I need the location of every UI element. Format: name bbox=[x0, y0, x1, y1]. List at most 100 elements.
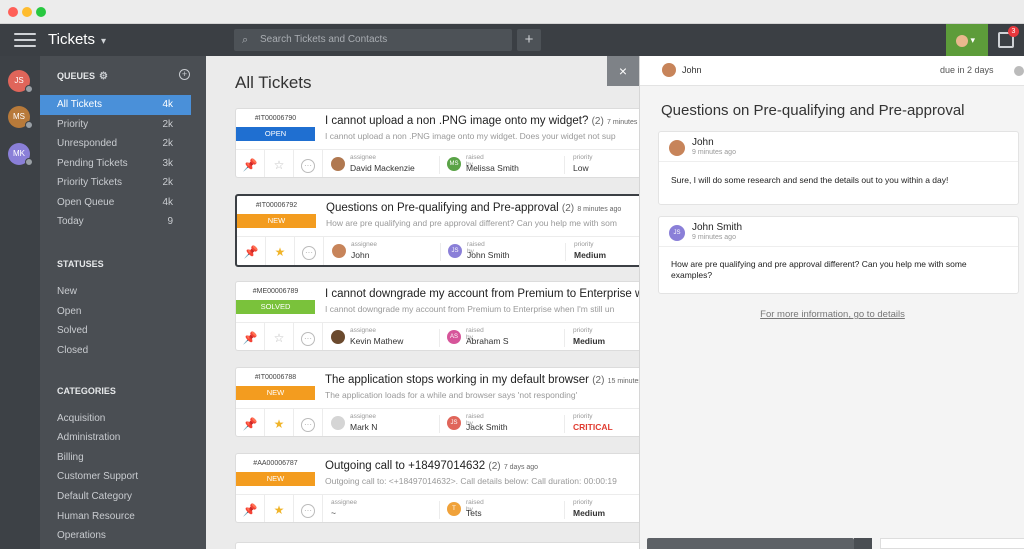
pin-icon[interactable]: 📌 bbox=[237, 237, 266, 265]
category-item[interactable]: Operations bbox=[57, 530, 106, 541]
agent-avatar[interactable]: MK bbox=[8, 143, 33, 166]
queue-count: 2k bbox=[162, 138, 173, 149]
queue-count: 2k bbox=[162, 177, 173, 188]
message-avatar bbox=[669, 140, 685, 156]
app-title: Tickets bbox=[48, 31, 95, 48]
conversation-message: JS John Smith 9 minutes ago How are pre … bbox=[658, 216, 1019, 294]
pin-icon[interactable]: 📌 bbox=[236, 150, 265, 177]
agent-avatar[interactable]: MS bbox=[8, 106, 33, 129]
reply-count: (2) bbox=[592, 375, 605, 386]
raised-by-avatar: JS bbox=[448, 244, 462, 258]
user-menu-button[interactable]: ▾ bbox=[946, 24, 988, 56]
priority-value: Medium bbox=[574, 250, 607, 260]
agent-initials: MS bbox=[13, 112, 25, 121]
assignee-value: Mark N bbox=[350, 422, 378, 432]
category-item[interactable]: Billing bbox=[57, 452, 84, 463]
message-time: 9 minutes ago bbox=[692, 234, 736, 241]
gear-icon[interactable]: ⚙ bbox=[99, 71, 108, 82]
more-options-icon[interactable]: ··· bbox=[295, 237, 324, 265]
priority-label: priority bbox=[573, 327, 593, 334]
pin-icon[interactable]: 📌 bbox=[236, 409, 265, 436]
star-icon[interactable]: ☆ bbox=[265, 150, 294, 177]
queue-item-priority-tickets[interactable]: Priority Tickets 2k bbox=[40, 173, 206, 193]
assignee-value: ~ bbox=[331, 508, 336, 518]
categories-header: CATEGORIES bbox=[57, 386, 116, 396]
app-switcher[interactable]: Tickets ▾ bbox=[48, 31, 106, 48]
star-icon[interactable]: ☆ bbox=[265, 323, 294, 350]
category-item[interactable]: Acquisition bbox=[57, 413, 105, 424]
ticket-card-selected[interactable]: #IT00006792 NEW Questions on Pre-qualify… bbox=[235, 194, 655, 267]
queue-item-priority[interactable]: Priority 2k bbox=[40, 115, 206, 135]
status-item-open[interactable]: Open bbox=[57, 306, 81, 317]
more-options-icon[interactable]: ··· bbox=[294, 495, 323, 522]
assignee-avatar bbox=[332, 244, 346, 258]
menu-icon[interactable] bbox=[14, 33, 36, 47]
star-icon[interactable]: ★ bbox=[266, 237, 295, 265]
reply-input[interactable] bbox=[880, 538, 1024, 549]
pin-icon[interactable]: 📌 bbox=[236, 323, 265, 350]
agent-initials: JS bbox=[14, 76, 24, 85]
category-item[interactable]: Customer Support bbox=[57, 471, 138, 482]
queue-item-unresponded[interactable]: Unresponded 2k bbox=[40, 134, 206, 154]
ticket-time: 8 minutes ago bbox=[577, 206, 622, 213]
status-item-closed[interactable]: Closed bbox=[57, 345, 88, 356]
status-badge: NEW bbox=[236, 472, 315, 486]
category-item[interactable]: Human Resource bbox=[57, 511, 135, 522]
ticket-card[interactable]: #AA00006787 NEW Outgoing call to +184970… bbox=[235, 453, 655, 523]
ticket-detail-panel: John due in 2 days Questions on Pre-qual… bbox=[639, 56, 1024, 549]
main-panel: All Tickets #IT00006790 OPEN I cannot up… bbox=[206, 56, 1024, 549]
category-item[interactable]: Administration bbox=[57, 432, 120, 443]
divider bbox=[564, 415, 565, 433]
queue-item-today[interactable]: Today 9 bbox=[40, 212, 206, 232]
star-icon[interactable]: ★ bbox=[265, 495, 294, 522]
ticket-card[interactable]: #IT00006788 NEW The application stops wo… bbox=[235, 367, 655, 437]
close-detail-button[interactable]: × bbox=[607, 56, 639, 86]
requester-name[interactable]: John bbox=[682, 65, 702, 75]
chevron-down-icon: ▾ bbox=[100, 36, 106, 47]
queue-label: Today bbox=[57, 216, 84, 227]
details-link[interactable]: For more information, go to details bbox=[640, 309, 1024, 320]
close-window-button[interactable] bbox=[8, 7, 18, 17]
reply-count: (2) bbox=[561, 203, 575, 214]
maximize-window-button[interactable] bbox=[36, 7, 46, 17]
queue-item-pending-tickets[interactable]: Pending Tickets 3k bbox=[40, 154, 206, 174]
ticket-id: #AA00006787 bbox=[253, 460, 298, 467]
status-item-solved[interactable]: Solved bbox=[57, 325, 88, 336]
ticket-card[interactable]: #IT00006790 OPEN I cannot upload a non .… bbox=[235, 108, 655, 178]
reply-bar[interactable] bbox=[647, 538, 854, 549]
status-indicator-icon[interactable] bbox=[1014, 66, 1024, 76]
ticket-preview: I cannot downgrade my account from Premi… bbox=[325, 304, 615, 314]
more-options-icon[interactable]: ··· bbox=[294, 150, 323, 177]
more-options-icon[interactable]: ··· bbox=[294, 323, 323, 350]
star-icon[interactable]: ★ bbox=[265, 409, 294, 436]
agent-strip: JS MS MK bbox=[0, 56, 40, 549]
minimize-window-button[interactable] bbox=[22, 7, 32, 17]
top-bar: Tickets ▾ ⌕ Search Tickets and Contacts + … bbox=[0, 24, 1024, 56]
due-date[interactable]: due in 2 days bbox=[940, 65, 994, 75]
message-time: 9 minutes ago bbox=[692, 149, 736, 156]
more-options-icon[interactable]: ··· bbox=[294, 409, 323, 436]
pin-icon[interactable]: 📌 bbox=[236, 495, 265, 522]
queue-item-open-queue[interactable]: Open Queue 4k bbox=[40, 193, 206, 213]
raised-by-avatar: MS bbox=[447, 157, 461, 171]
status-badge: OPEN bbox=[236, 127, 315, 141]
search-input[interactable]: ⌕ Search Tickets and Contacts bbox=[234, 29, 512, 51]
queue-label: Priority bbox=[57, 119, 89, 130]
assignee-avatar bbox=[331, 330, 345, 344]
notifications-icon[interactable]: 3 bbox=[998, 26, 1019, 48]
ticket-time: 7 days ago bbox=[503, 464, 539, 471]
ticket-id: #ME00006789 bbox=[252, 288, 299, 295]
category-item[interactable]: Default Category bbox=[57, 491, 132, 502]
add-button[interactable]: + bbox=[517, 29, 541, 51]
queue-item-all-tickets[interactable]: All Tickets 4k bbox=[40, 95, 191, 115]
priority-label: priority bbox=[573, 499, 593, 506]
ticket-id: #IT00006788 bbox=[254, 374, 297, 381]
ticket-card-partial[interactable] bbox=[235, 542, 645, 549]
status-item-new[interactable]: New bbox=[57, 286, 77, 297]
add-queue-icon[interactable]: + bbox=[179, 69, 190, 80]
agent-avatar[interactable]: JS bbox=[8, 70, 33, 93]
ticket-card[interactable]: #ME00006789 SOLVED I cannot downgrade my… bbox=[235, 281, 655, 351]
reply-options-button[interactable] bbox=[854, 538, 872, 549]
ticket-title: Questions on Pre-qualifying and Pre-appr… bbox=[326, 202, 621, 214]
ticket-id: #IT00006792 bbox=[255, 202, 298, 209]
